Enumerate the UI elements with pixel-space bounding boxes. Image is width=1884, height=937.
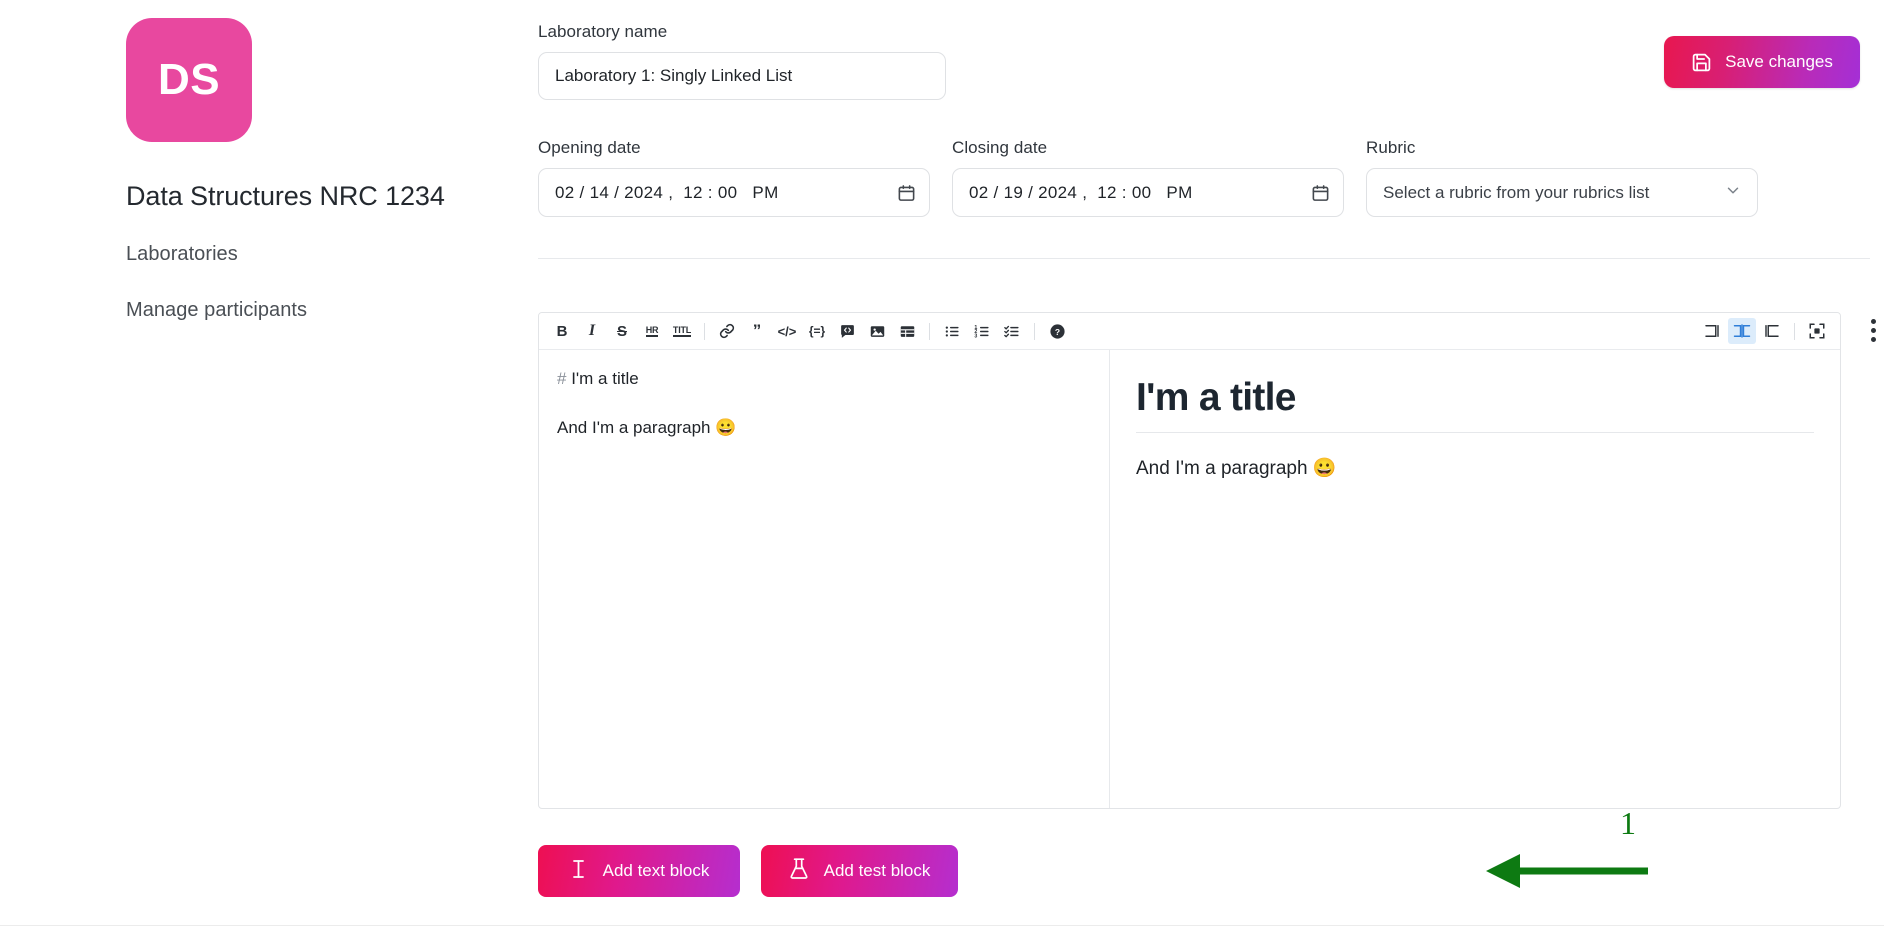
add-test-block-button[interactable]: Add test block: [761, 845, 958, 897]
table-icon[interactable]: [893, 318, 921, 344]
flask-icon: [789, 857, 809, 885]
svg-text:3: 3: [974, 333, 977, 339]
italic-icon[interactable]: I: [578, 318, 606, 344]
code-block-icon[interactable]: {=}: [803, 318, 831, 344]
app-root: DS Data Structures NRC 1234 Laboratories…: [0, 0, 1884, 937]
rubric-field: Rubric Select a rubric from your rubrics…: [1366, 138, 1758, 217]
checklist-icon[interactable]: [998, 318, 1026, 344]
toolbar-divider: [929, 322, 930, 340]
quote-icon[interactable]: ”: [743, 318, 771, 344]
title-icon[interactable]: TITL: [668, 318, 696, 344]
toolbar-divider: [1034, 322, 1035, 340]
toolbar-divider: [1794, 322, 1795, 340]
split-view-icon[interactable]: [1728, 318, 1756, 344]
sidebar: DS Data Structures NRC 1234 Laboratories…: [0, 0, 520, 937]
kebab-dot: [1870, 336, 1876, 342]
sidebar-nav: Laboratories Manage participants: [126, 243, 486, 355]
laboratory-name-field: Laboratory name: [538, 22, 948, 100]
source-line-paragraph: And I'm a paragraph 😀: [557, 417, 737, 437]
page-bottom-divider: [0, 925, 1884, 926]
strikethrough-icon[interactable]: S: [608, 318, 636, 344]
opening-date-input[interactable]: 02 / 14 / 2024 , 12 : 00 PM: [538, 168, 930, 217]
laboratory-name-label: Laboratory name: [538, 22, 668, 41]
annotation-arrow-1: 1: [1470, 805, 1680, 926]
annotation-arrow-icon: [1486, 854, 1648, 888]
closing-date-field: Closing date 02 / 19 / 2024 , 12 : 00 PM: [952, 138, 1344, 217]
opening-date-label: Opening date: [538, 138, 641, 157]
closing-date-label: Closing date: [952, 138, 1048, 157]
link-icon[interactable]: [713, 318, 741, 344]
sidebar-item-manage-participants[interactable]: Manage participants: [126, 299, 486, 322]
toolbar-group-lists: 123: [938, 318, 1026, 344]
markdown-editor: B I S HR TITL ” </> {=} 1 2 3 ? # I'm a …: [538, 312, 1841, 809]
course-logo-initials: DS: [157, 55, 221, 104]
source-line-title: # I'm a title: [557, 367, 1091, 392]
add-block-buttons: Add text block Add test block: [538, 845, 958, 897]
toolbar-divider: [704, 322, 705, 340]
markdown-source-pane[interactable]: # I'm a title And I'm a paragraph 😀: [539, 350, 1110, 808]
bold-icon[interactable]: B: [548, 318, 576, 344]
inline-code-icon[interactable]: </>: [773, 318, 801, 344]
preview-paragraph: And I'm a paragraph 😀: [1136, 458, 1337, 479]
calendar-icon[interactable]: [897, 183, 916, 202]
main-content: Laboratory name Save changes Opening dat…: [520, 0, 1884, 937]
save-changes-button[interactable]: Save changes: [1664, 36, 1860, 88]
section-divider: [538, 258, 1870, 259]
editor-panes: # I'm a title And I'm a paragraph 😀 I'm …: [539, 350, 1840, 808]
unordered-list-icon[interactable]: [938, 318, 966, 344]
more-options-icon[interactable]: [1860, 310, 1884, 350]
image-icon[interactable]: [863, 318, 891, 344]
calendar-icon[interactable]: [1311, 183, 1330, 202]
horizontal-rule-icon[interactable]: HR: [638, 318, 666, 344]
save-changes-label: Save changes: [1725, 52, 1833, 71]
editor-toolbar: B I S HR TITL ” </> {=} 1 2 3 ?: [539, 313, 1840, 350]
closing-date-input[interactable]: 02 / 19 / 2024 , 12 : 00 PM: [952, 168, 1344, 217]
preview-only-view-icon[interactable]: [1758, 318, 1786, 344]
source-title-text: I'm a title: [571, 369, 639, 388]
save-icon: [1691, 52, 1712, 73]
kebab-dot: [1870, 327, 1876, 333]
text-cursor-icon: [569, 858, 588, 885]
toolbar-group-format: B I S HR TITL: [548, 318, 696, 344]
ordered-list-icon[interactable]: 123: [968, 318, 996, 344]
toolbar-group-view-modes: [1698, 318, 1786, 344]
edit-only-view-icon[interactable]: [1698, 318, 1726, 344]
course-logo: DS: [126, 18, 252, 142]
schedule-row: Opening date 02 / 14 / 2024 , 12 : 00 PM: [538, 138, 1868, 217]
hash-marker: #: [557, 369, 567, 388]
rubric-select[interactable]: Select a rubric from your rubrics list: [1366, 168, 1758, 217]
add-text-block-button[interactable]: Add text block: [538, 845, 740, 897]
svg-text:?: ?: [1054, 326, 1059, 336]
opening-date-field: Opening date 02 / 14 / 2024 , 12 : 00 PM: [538, 138, 930, 217]
course-title: Data Structures NRC 1234: [126, 181, 445, 212]
preview-heading: I'm a title: [1136, 376, 1814, 433]
toolbar-group-insert: ” </> {=}: [713, 318, 921, 344]
comment-icon[interactable]: [833, 318, 861, 344]
add-test-block-label: Add test block: [823, 861, 931, 880]
rubric-label: Rubric: [1366, 138, 1416, 157]
fullscreen-icon[interactable]: [1803, 318, 1831, 344]
sidebar-item-laboratories[interactable]: Laboratories: [126, 243, 486, 266]
markdown-preview-pane: I'm a title And I'm a paragraph 😀: [1110, 350, 1840, 808]
annotation-number: 1: [1620, 805, 1636, 841]
add-text-block-label: Add text block: [602, 861, 710, 880]
help-icon[interactable]: ?: [1043, 318, 1071, 344]
laboratory-name-input[interactable]: [538, 52, 946, 100]
kebab-dot: [1870, 318, 1876, 324]
